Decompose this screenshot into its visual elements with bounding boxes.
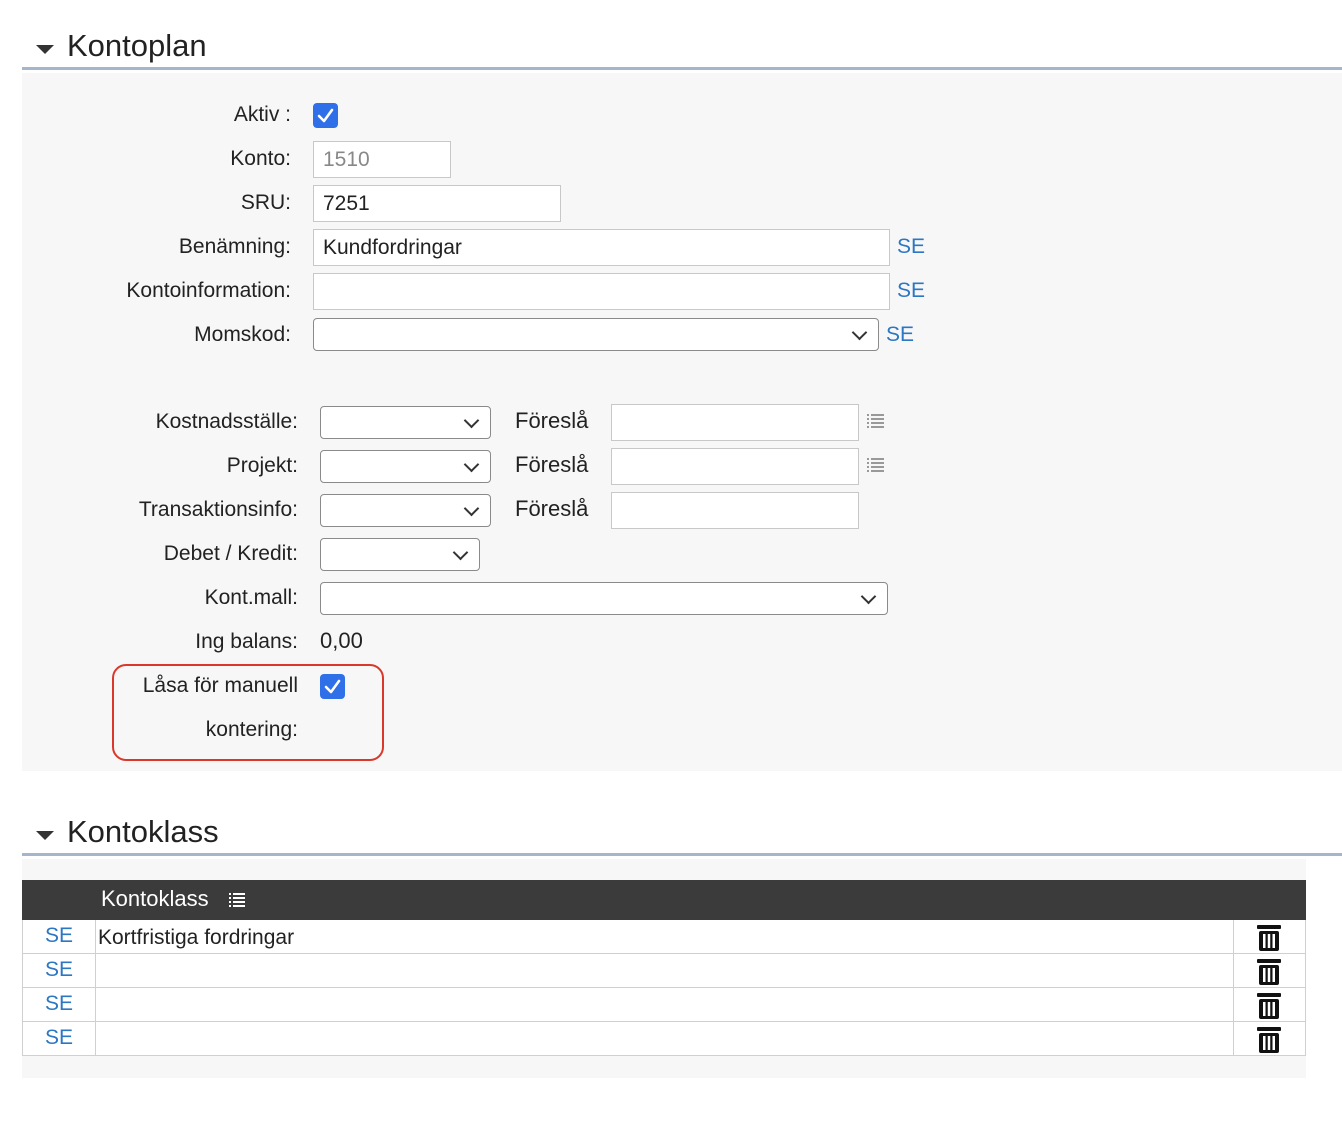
table-header: Kontoklass <box>22 880 1306 920</box>
kostnadsstalle-label: Kostnadsställe: <box>155 410 298 433</box>
trash-icon[interactable] <box>1256 1026 1282 1054</box>
chevron-down-icon <box>463 412 480 429</box>
table-row: SE <box>22 988 1306 1022</box>
trash-icon[interactable] <box>1256 958 1282 986</box>
checkmark-icon <box>317 108 334 123</box>
trash-icon[interactable] <box>1256 992 1282 1020</box>
projekt-foresla-field[interactable] <box>611 448 859 485</box>
sru-field[interactable]: 7251 <box>313 185 561 222</box>
list-icon[interactable] <box>229 893 245 907</box>
momskod-select[interactable] <box>313 318 879 351</box>
chevron-down-icon <box>452 544 469 561</box>
row-language-link[interactable]: SE <box>45 993 73 1014</box>
debet-kredit-label: Debet / Kredit: <box>163 542 298 565</box>
benamning-label: Benämning: <box>178 235 291 258</box>
table-row: SE Kortfristiga fordringar <box>22 920 1306 954</box>
kostnadsstalle-foresla-field[interactable] <box>611 404 859 441</box>
benamning-field[interactable]: Kundfordringar <box>313 229 890 266</box>
table-row: SE <box>22 1022 1306 1056</box>
kontoklass-title: Kontoklass <box>67 814 219 849</box>
chevron-down-icon <box>463 456 480 473</box>
list-icon[interactable] <box>867 414 887 432</box>
transaktionsinfo-label: Transaktionsinfo: <box>138 498 298 521</box>
row-language-link[interactable]: SE <box>45 1027 73 1048</box>
projekt-foresla-label: Föreslå <box>515 452 589 477</box>
chevron-down-icon <box>860 588 877 605</box>
debet-kredit-select[interactable] <box>320 538 480 571</box>
row-value[interactable]: Kortfristiga fordringar <box>98 927 294 948</box>
aktiv-checkbox[interactable] <box>313 103 338 128</box>
projekt-select[interactable] <box>320 450 491 483</box>
chevron-down-icon <box>463 500 480 517</box>
kontoklass-section-header[interactable]: Kontoklass <box>22 816 1342 856</box>
benamning-language-link[interactable]: SE <box>897 236 925 257</box>
momskod-label: Momskod: <box>194 323 291 346</box>
konto-field: 1510 <box>313 141 451 178</box>
sru-label: SRU: <box>240 191 291 214</box>
row-language-link[interactable]: SE <box>45 959 73 980</box>
projekt-label: Projekt: <box>226 454 298 477</box>
kontoinformation-field[interactable] <box>313 273 890 310</box>
kontoplan-section-header[interactable]: Kontoplan <box>22 30 1342 70</box>
kontmall-label: Kont.mall: <box>204 586 298 609</box>
momskod-language-link[interactable]: SE <box>886 324 914 345</box>
kontmall-select[interactable] <box>320 582 888 615</box>
chevron-down-icon <box>851 324 868 341</box>
ing-balans-value: 0,00 <box>320 628 363 653</box>
konto-label: Konto: <box>230 147 291 170</box>
kontoplan-title: Kontoplan <box>67 28 207 63</box>
kostnadsstalle-foresla-label: Föreslå <box>515 408 589 433</box>
caret-down-icon[interactable] <box>36 45 54 54</box>
transaktionsinfo-foresla-label: Föreslå <box>515 496 589 521</box>
transaktionsinfo-select[interactable] <box>320 494 491 527</box>
caret-down-icon[interactable] <box>36 831 54 840</box>
trash-icon[interactable] <box>1256 924 1282 952</box>
table-row: SE <box>22 954 1306 988</box>
kontoinformation-language-link[interactable]: SE <box>897 280 925 301</box>
kontoinformation-label: Kontoinformation: <box>126 279 291 302</box>
list-icon[interactable] <box>867 458 887 476</box>
row-language-link[interactable]: SE <box>45 925 73 946</box>
ing-balans-label: Ing balans: <box>195 630 298 653</box>
transaktionsinfo-foresla-field[interactable] <box>611 492 859 529</box>
highlight-box <box>112 664 384 761</box>
column-header-kontoklass[interactable]: Kontoklass <box>101 888 209 910</box>
kostnadsstalle-select[interactable] <box>320 406 491 439</box>
aktiv-label: Aktiv : <box>233 103 291 126</box>
